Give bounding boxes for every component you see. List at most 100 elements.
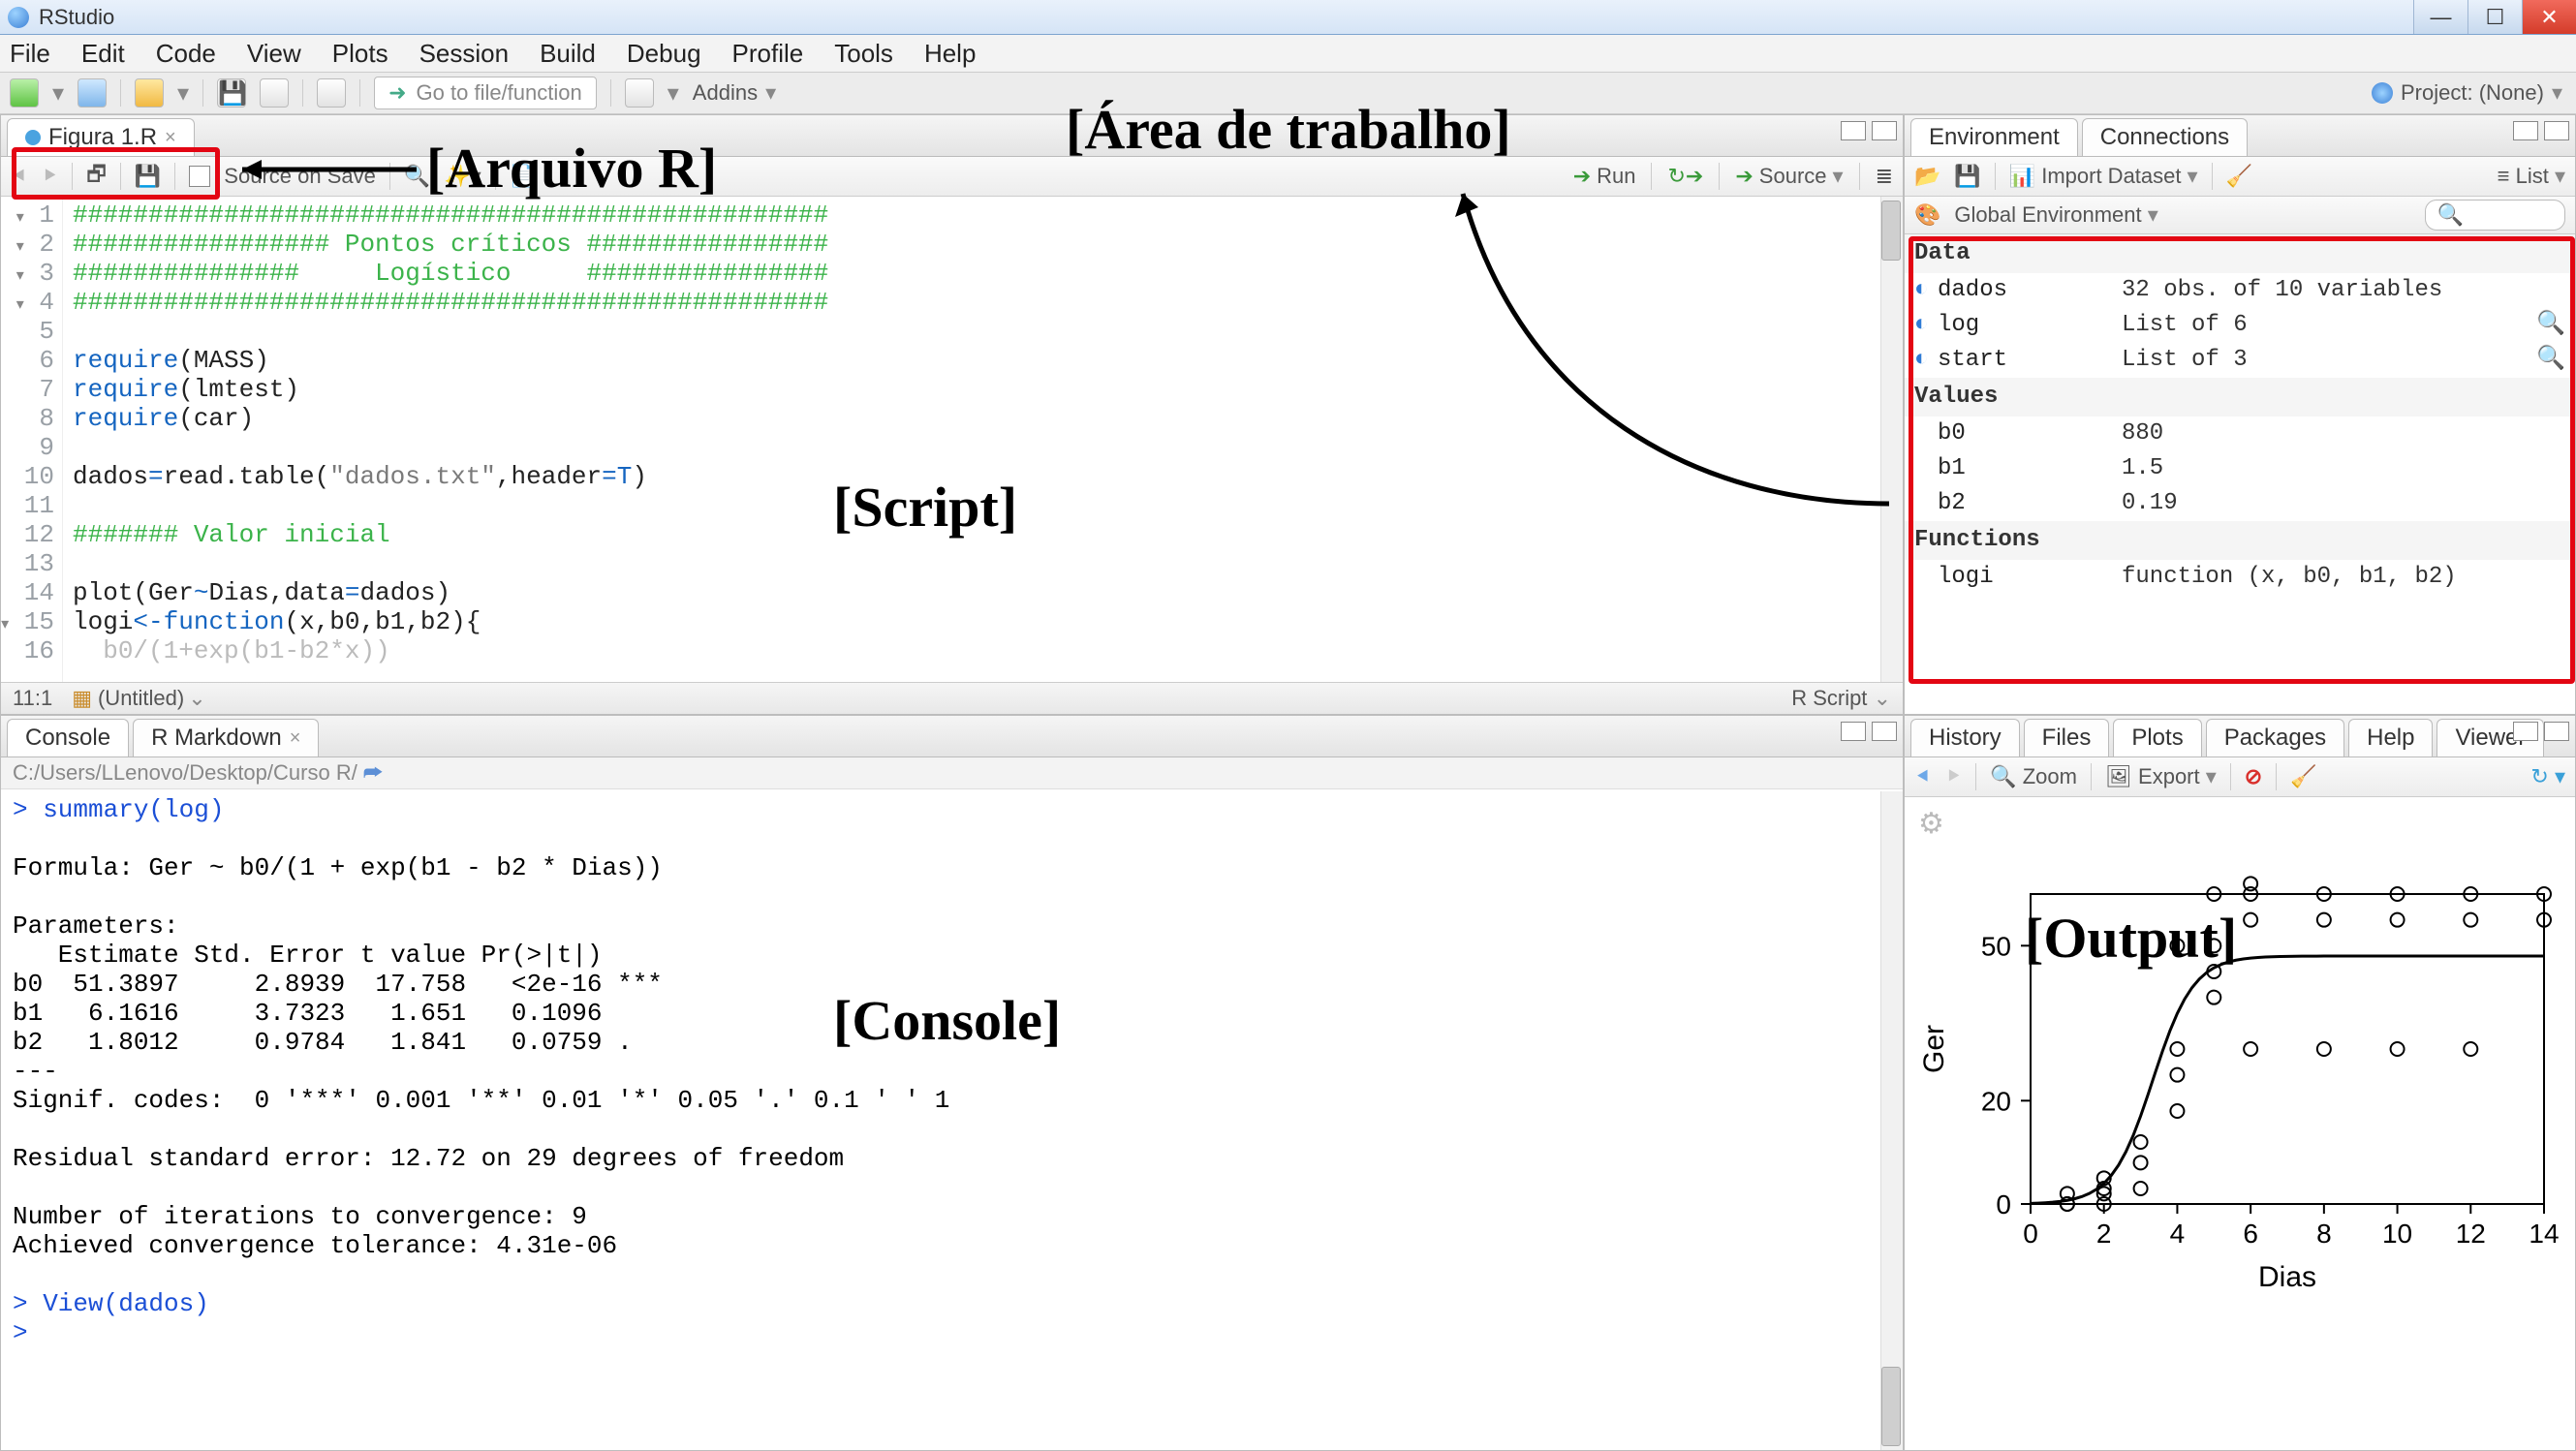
save-workspace-icon[interactable]: 💾	[1954, 164, 1980, 189]
label-output: [Output]	[2025, 906, 2237, 971]
plots-tab-help[interactable]: Help	[2348, 719, 2433, 756]
svg-text:2: 2	[2096, 1219, 2112, 1249]
console-tab[interactable]: Console	[7, 719, 129, 756]
highlight-environment	[1909, 236, 2575, 684]
menu-plots[interactable]: Plots	[332, 39, 388, 69]
window-titlebar: RStudio — ☐ ✕	[0, 0, 2576, 35]
env-tab-connections[interactable]: Connections	[2082, 118, 2248, 156]
svg-text:14: 14	[2529, 1219, 2559, 1249]
clear-workspace-icon[interactable]: 🧹	[2226, 164, 2252, 189]
maximize-button[interactable]: ☐	[2467, 0, 2522, 34]
label-script: [Script]	[833, 475, 1017, 540]
clear-plots-icon[interactable]: 🧹	[2290, 764, 2316, 789]
close-rmd-tab-icon[interactable]: ×	[290, 727, 301, 750]
menu-build[interactable]: Build	[540, 39, 596, 69]
menu-view[interactable]: View	[247, 39, 301, 69]
addins-menu[interactable]: Addins ▾	[693, 80, 776, 106]
label-arquivo: [Arquivo R]	[426, 136, 717, 201]
project-label: Project: (None)	[2401, 80, 2544, 106]
export-button[interactable]: 🖼 Export ▾	[2105, 764, 2217, 789]
save-button[interactable]: 💾	[217, 78, 246, 108]
editor-scrollbar[interactable]	[1880, 197, 1903, 682]
grid-button[interactable]	[625, 78, 654, 108]
env-pane-minimize-icon[interactable]	[2513, 121, 2538, 140]
svg-text:Dias: Dias	[2258, 1261, 2316, 1293]
menu-bar: File Edit Code View Plots Session Build Debug Pr…	[0, 35, 2576, 73]
doc-outline-label[interactable]: (Untitled)	[98, 686, 184, 711]
new-project-button[interactable]	[78, 78, 107, 108]
menu-debug[interactable]: Debug	[627, 39, 701, 69]
load-workspace-icon[interactable]: 📂	[1914, 164, 1940, 189]
menu-code[interactable]: Code	[156, 39, 216, 69]
env-view-mode[interactable]: ≡ List ▾	[2498, 164, 2565, 189]
environment-scope-bar: 🎨 Global Environment ▾ 🔍	[1905, 197, 2575, 234]
working-dir-label: C:/Users/LLenovo/Desktop/Curso R/	[13, 760, 357, 786]
editor-status-bar: 11:1 ▦ (Untitled) ⌄ R Script ⌄	[1, 682, 1903, 714]
goto-file-placeholder: Go to file/function	[417, 80, 582, 106]
console-working-dir: C:/Users/LLenovo/Desktop/Curso R/ ⮫	[1, 757, 1903, 789]
print-button[interactable]	[317, 78, 346, 108]
code-editor[interactable]: ▾ 1▾ 2▾ 3▾ 4567891011121314▾ 1516 ######…	[1, 197, 1903, 682]
svg-text:4: 4	[2170, 1219, 2186, 1249]
gear-icon[interactable]: ⚙	[1918, 807, 1944, 841]
pane-maximize-icon[interactable]	[1872, 121, 1897, 140]
plots-tab-history[interactable]: History	[1910, 719, 2020, 756]
menu-help[interactable]: Help	[924, 39, 976, 69]
rerun-icon[interactable]: ↻➔	[1667, 164, 1703, 189]
save-all-button[interactable]	[260, 78, 289, 108]
env-scope-selector[interactable]: Global Environment ▾	[1954, 202, 2157, 228]
plots-pane-minimize-icon[interactable]	[2513, 722, 2538, 741]
console-pane-minimize-icon[interactable]	[1841, 722, 1866, 741]
label-console: [Console]	[833, 988, 1061, 1053]
menu-edit[interactable]: Edit	[81, 39, 125, 69]
menu-profile[interactable]: Profile	[732, 39, 804, 69]
new-file-button[interactable]	[10, 78, 39, 108]
source-button[interactable]: ➔Source▾	[1735, 164, 1843, 189]
outline-icon[interactable]: ≣	[1876, 164, 1893, 189]
console-pane-maximize-icon[interactable]	[1872, 722, 1897, 741]
close-button[interactable]: ✕	[2522, 0, 2576, 34]
console-scrollbar[interactable]	[1880, 791, 1903, 1450]
window-title: RStudio	[39, 5, 114, 30]
svg-text:50: 50	[1981, 931, 2011, 961]
minimize-button[interactable]: —	[2413, 0, 2467, 34]
zoom-button[interactable]: 🔍 Zoom	[1990, 764, 2077, 789]
menu-tools[interactable]: Tools	[834, 39, 893, 69]
plots-pane: HistoryFilesPlotsPackagesHelpViewer ⯇ ⯈ …	[1904, 715, 2576, 1451]
r-file-icon	[25, 130, 41, 145]
import-dataset-button[interactable]: 📊Import Dataset▾	[2009, 164, 2198, 189]
menu-file[interactable]: File	[10, 39, 50, 69]
plots-tab-plots[interactable]: Plots	[2113, 719, 2201, 756]
open-file-button[interactable]	[135, 78, 164, 108]
remove-plot-icon[interactable]: ⊘	[2245, 764, 2262, 789]
svg-text:10: 10	[2382, 1219, 2412, 1249]
project-menu[interactable]: Project: (None) ▾	[2372, 80, 2562, 106]
file-type-label[interactable]: R Script	[1791, 686, 1867, 710]
goto-arrow-icon: ➜	[388, 80, 406, 106]
svg-text:0: 0	[1996, 1189, 2011, 1219]
label-area: [Área de trabalho]	[1066, 97, 1511, 162]
rmarkdown-tab[interactable]: R Markdown×	[133, 719, 319, 756]
env-search-input[interactable]: 🔍	[2425, 200, 2565, 231]
env-pane-maximize-icon[interactable]	[2544, 121, 2569, 140]
plots-pane-maximize-icon[interactable]	[2544, 722, 2569, 741]
menu-session[interactable]: Session	[419, 39, 510, 69]
wd-browse-icon[interactable]: ⮫	[363, 760, 383, 786]
close-tab-icon[interactable]: ×	[165, 127, 176, 149]
svg-text:8: 8	[2316, 1219, 2332, 1249]
source-on-save-label: Source on Save	[224, 164, 376, 189]
pane-minimize-icon[interactable]	[1841, 121, 1866, 140]
environment-toolbar: 📂 💾 📊Import Dataset▾ 🧹 ≡ List ▾	[1905, 157, 2575, 197]
cursor-position: 11:1	[13, 686, 52, 711]
refresh-plot-icon[interactable]: ↻ ▾	[2530, 764, 2565, 789]
svg-text:Ger: Ger	[1918, 1025, 1950, 1073]
run-button[interactable]: ➔Run	[1573, 164, 1636, 189]
svg-text:0: 0	[2023, 1219, 2038, 1249]
plots-tab-files[interactable]: Files	[2024, 719, 2110, 756]
env-tab-environment[interactable]: Environment	[1910, 118, 2078, 156]
plot-prev-icon[interactable]: ⯇	[1914, 764, 1932, 789]
plots-tab-packages[interactable]: Packages	[2206, 719, 2344, 756]
console-output[interactable]: > summary(log) Formula: Ger ~ b0/(1 + ex…	[1, 789, 1903, 1450]
goto-file-input[interactable]: ➜ Go to file/function	[374, 77, 597, 109]
plot-next-icon[interactable]: ⯈	[1945, 764, 1963, 789]
